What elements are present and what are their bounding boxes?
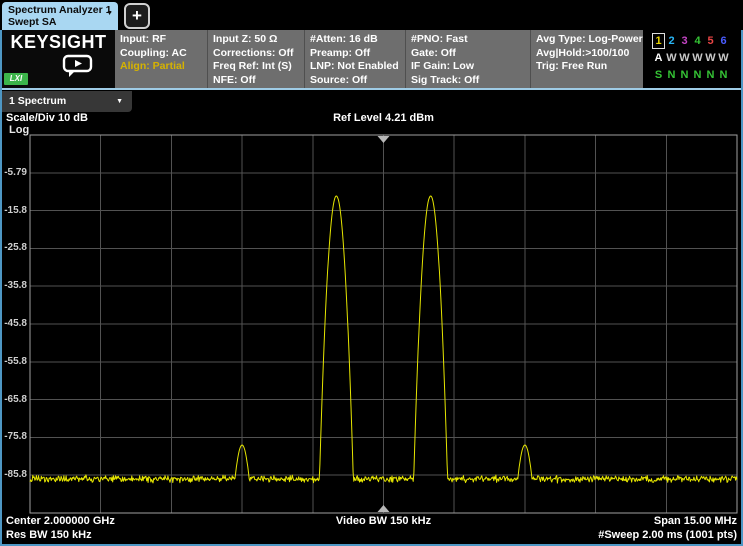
spectrum-analyzer-app: Spectrum Analyzer 1 Swept SA ▼ + KEYSIGH… xyxy=(0,0,743,546)
keysight-logo: KEYSIGHT LXI xyxy=(2,30,115,88)
settings-column-5[interactable]: Avg Type: Log-Power Avg|Hold:>100/100 Trig… xyxy=(530,30,643,88)
trace-status-panel[interactable]: 123456AWWWWWSNNNNN xyxy=(643,30,741,88)
y-axis-label: -65.8 xyxy=(4,393,27,405)
setting-row: #Atten: 16 dB xyxy=(310,33,378,45)
trace-detector[interactable]: N xyxy=(691,67,704,84)
setting-row: Avg Type: Log-Power xyxy=(536,33,643,45)
y-axis-label: -15.8 xyxy=(4,204,27,216)
lxi-badge: LXI xyxy=(4,73,28,85)
y-axis-label: -35.8 xyxy=(4,280,27,292)
setting-row: Trig: Free Run xyxy=(536,60,608,72)
setting-row: Input: RF xyxy=(120,33,167,45)
setting-row: Gate: Off xyxy=(411,46,456,59)
trace-number[interactable]: 6 xyxy=(717,33,730,50)
trace-type[interactable]: W xyxy=(678,50,691,67)
chat-bubble-icon xyxy=(62,54,94,85)
setting-row: NFE: Off xyxy=(213,73,256,86)
setting-row: LNP: Not Enabled xyxy=(310,60,399,72)
trace-number-row: 123456 xyxy=(652,33,741,50)
trace-type[interactable]: W xyxy=(704,50,717,67)
setting-row: Align: Partial xyxy=(120,60,185,72)
y-axis-label: -85.8 xyxy=(4,469,27,481)
center-freq-marker-top xyxy=(377,136,390,143)
settings-column-4[interactable]: #PNO: Fast Gate: Off IF Gain: Low Sig Track… xyxy=(405,30,530,88)
setting-row: Preamp: Off xyxy=(310,46,371,59)
y-axis-label: -25.8 xyxy=(4,242,27,254)
settings-column-2[interactable]: Input Z: 50 Ω Corrections: Off Freq Ref: I… xyxy=(207,30,304,88)
trace-detector[interactable]: N xyxy=(717,67,730,84)
trace-type[interactable]: W xyxy=(665,50,678,67)
trace-number[interactable]: 5 xyxy=(704,33,717,50)
y-axis-label: -75.8 xyxy=(4,431,27,443)
log-scale-label: Log xyxy=(9,124,30,136)
trace-type[interactable]: W xyxy=(691,50,704,67)
setting-row: Avg|Hold:>100/100 xyxy=(536,46,630,59)
setting-row: Corrections: Off xyxy=(213,46,294,59)
tab-caret-icon[interactable]: ▼ xyxy=(106,10,113,17)
settings-columns: Input: RF Coupling: AC Align: Partial Input… xyxy=(115,30,643,88)
settings-column-3[interactable]: #Atten: 16 dB Preamp: Off LNP: Not Enabled… xyxy=(304,30,405,88)
settings-bar: KEYSIGHT LXI Input: RF Coupling: AC Align:… xyxy=(2,30,741,88)
spectrum-plot xyxy=(29,134,738,514)
y-axis-label: -5.79 xyxy=(4,166,27,178)
setting-row: Sig Track: Off xyxy=(411,73,480,86)
setting-row: Input Z: 50 Ω xyxy=(213,33,278,45)
sweep-label[interactable]: #Sweep 2.00 ms (1001 pts) xyxy=(598,529,737,541)
trace-type[interactable]: W xyxy=(717,50,730,67)
instrument-window: KEYSIGHT LXI Input: RF Coupling: AC Align:… xyxy=(0,30,743,546)
trace-type[interactable]: A xyxy=(652,50,665,67)
setting-row: IF Gain: Low xyxy=(411,60,474,72)
res-bw-label[interactable]: Res BW 150 kHz xyxy=(6,529,92,541)
setting-row: Source: Off xyxy=(310,73,368,86)
trace-detector[interactable]: N xyxy=(665,67,678,84)
y-axis-label: -45.8 xyxy=(4,318,27,329)
setting-row: #PNO: Fast xyxy=(411,33,468,45)
trace-detector[interactable]: N xyxy=(678,67,691,84)
tab-title: Spectrum Analyzer 1 xyxy=(8,4,112,16)
new-tab-button[interactable]: + xyxy=(124,3,150,29)
trace-number[interactable]: 4 xyxy=(691,33,704,50)
trace-number[interactable]: 1 xyxy=(652,33,665,49)
measurement-dropdown[interactable]: 1 Spectrum ▼ xyxy=(2,91,132,112)
video-bw-label[interactable]: Video BW 150 kHz xyxy=(30,515,737,527)
setting-row: Coupling: AC xyxy=(120,46,187,59)
center-freq-marker-bottom xyxy=(377,505,390,512)
span-label[interactable]: Span 15.00 MHz xyxy=(654,515,737,527)
trace-number[interactable]: 2 xyxy=(665,33,678,50)
settings-column-1[interactable]: Input: RF Coupling: AC Align: Partial xyxy=(115,30,207,88)
y-axis-label: -55.8 xyxy=(4,355,27,367)
trace-detector[interactable]: N xyxy=(704,67,717,84)
measurement-dropdown-label: 1 Spectrum xyxy=(9,95,67,107)
trace-number[interactable]: 3 xyxy=(678,33,691,50)
trace-detector[interactable]: S xyxy=(652,67,665,84)
trace-type-row: AWWWWW xyxy=(652,50,741,67)
dropdown-caret-icon: ▼ xyxy=(116,98,123,105)
tab-subtitle: Swept SA xyxy=(8,16,57,28)
display-area: 1 Spectrum ▼ Scale/Div 10 dB Ref Level 4… xyxy=(2,90,741,542)
tab-bar: Spectrum Analyzer 1 Swept SA ▼ + xyxy=(0,0,743,30)
trace-detector-row: SNNNNN xyxy=(652,67,741,84)
ref-level-label[interactable]: Ref Level 4.21 dBm xyxy=(30,112,737,124)
setting-row: Freq Ref: Int (S) xyxy=(213,60,292,72)
tab-spectrum-analyzer-1[interactable]: Spectrum Analyzer 1 Swept SA ▼ xyxy=(2,2,118,30)
brand-text: KEYSIGHT xyxy=(10,32,107,52)
